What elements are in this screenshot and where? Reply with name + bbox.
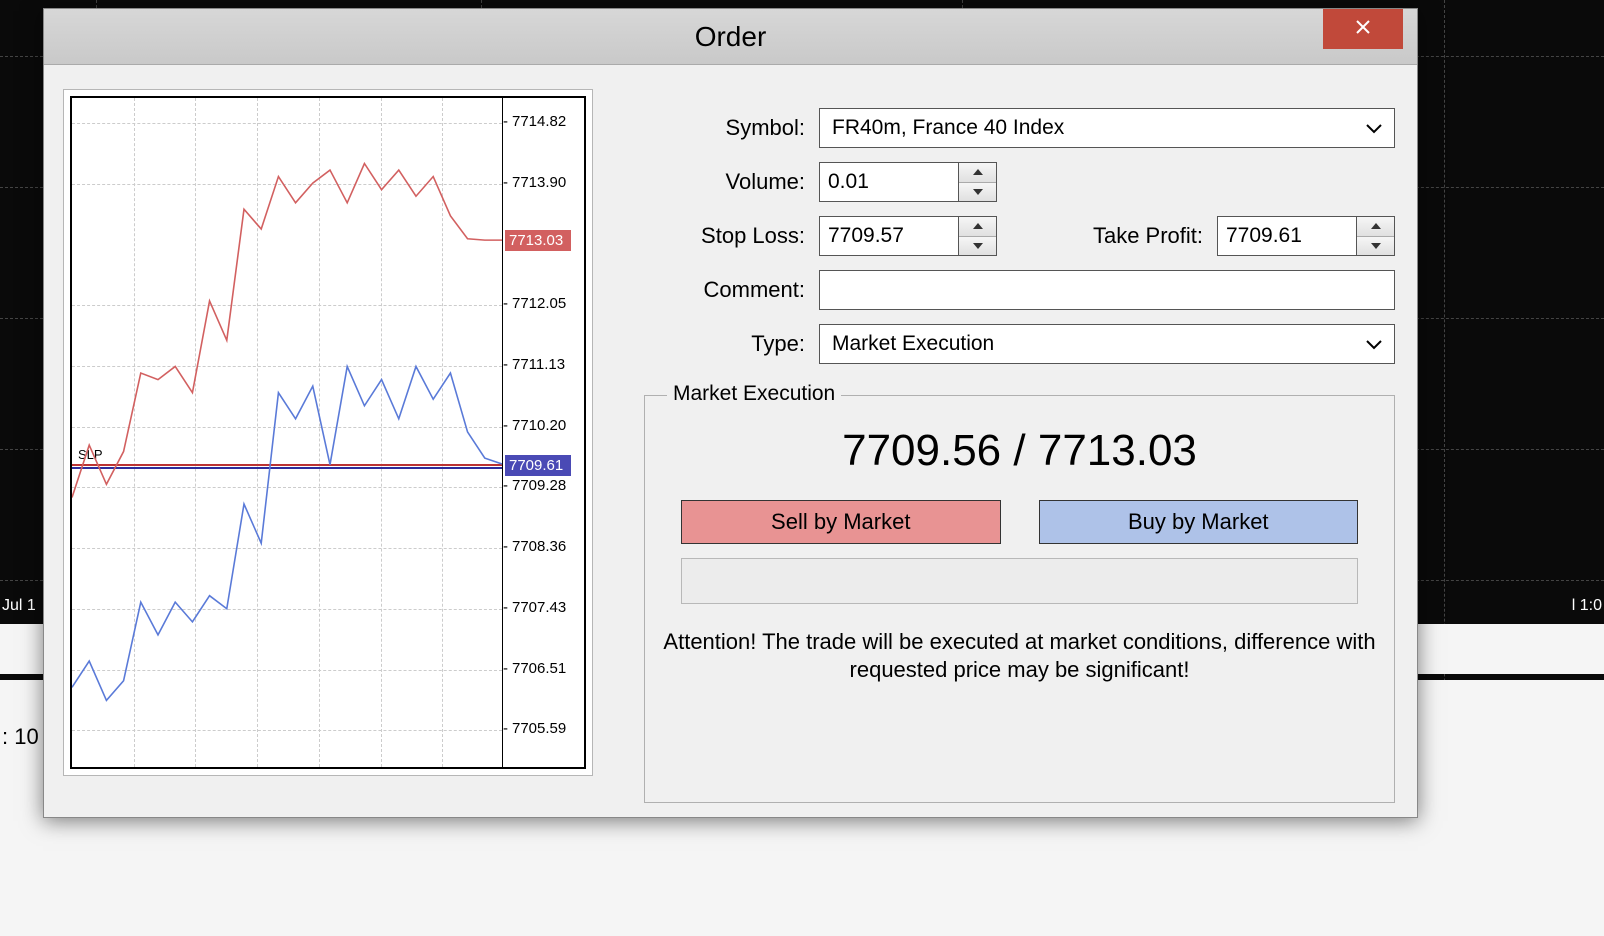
stoploss-step-up[interactable] [959, 217, 996, 237]
order-form: Symbol: FR40m, France 40 Index Volume: [609, 89, 1401, 803]
comment-input[interactable] [819, 270, 1395, 310]
takeprofit-spinner[interactable] [1217, 216, 1395, 256]
ask-price: 7713.03 [1038, 426, 1197, 475]
buy-button[interactable]: Buy by Market [1039, 500, 1359, 544]
volume-step-up[interactable] [959, 163, 996, 183]
comment-label: Comment: [609, 277, 819, 303]
tick-chart: SLP 7714.827713.907712.057711.137710.207… [70, 96, 586, 769]
stoploss-step-down[interactable] [959, 237, 996, 256]
type-value: Market Execution [832, 332, 994, 356]
symbol-select[interactable]: FR40m, France 40 Index [819, 108, 1395, 148]
execution-status [681, 558, 1358, 604]
volume-label: Volume: [609, 169, 819, 195]
volume-input[interactable] [819, 162, 959, 202]
takeprofit-step-up[interactable] [1357, 217, 1394, 237]
type-select[interactable]: Market Execution [819, 324, 1395, 364]
execution-warning: Attention! The trade will be executed at… [663, 628, 1376, 683]
takeprofit-step-down[interactable] [1357, 237, 1394, 256]
price-quote: 7709.56 / 7713.03 [645, 426, 1394, 476]
volume-step-down[interactable] [959, 183, 996, 202]
close-button[interactable] [1323, 9, 1403, 49]
tick-chart-panel: SLP 7714.827713.907712.057711.137710.207… [63, 89, 593, 776]
stoploss-label: Stop Loss: [609, 223, 819, 249]
titlebar[interactable]: Order [44, 9, 1417, 65]
sell-button[interactable]: Sell by Market [681, 500, 1001, 544]
stoploss-input[interactable] [819, 216, 959, 256]
bg-date-label: Jul 1 [2, 597, 36, 615]
type-label: Type: [609, 331, 819, 357]
takeprofit-input[interactable] [1217, 216, 1357, 256]
dialog-title: Order [695, 21, 767, 53]
chevron-down-icon [1366, 116, 1382, 140]
symbol-label: Symbol: [609, 115, 819, 141]
close-icon [1355, 19, 1371, 40]
takeprofit-label: Take Profit: [1093, 223, 1217, 249]
execution-legend: Market Execution [667, 382, 841, 406]
bid-price: 7709.56 [842, 426, 1001, 475]
chart-y-axis: 7714.827713.907712.057711.137710.207709.… [502, 98, 584, 767]
bg-bottom-label: : 10 [2, 724, 39, 750]
market-execution-group: Market Execution 7709.56 / 7713.03 Sell … [644, 395, 1395, 803]
symbol-value: FR40m, France 40 Index [832, 116, 1064, 140]
chevron-down-icon [1366, 332, 1382, 356]
bg-time-label: l 1:0 [1572, 597, 1602, 615]
stoploss-spinner[interactable] [819, 216, 997, 256]
order-dialog: Order SLP 7714.827713.907712.057711.1377… [43, 8, 1418, 818]
volume-spinner[interactable] [819, 162, 997, 202]
